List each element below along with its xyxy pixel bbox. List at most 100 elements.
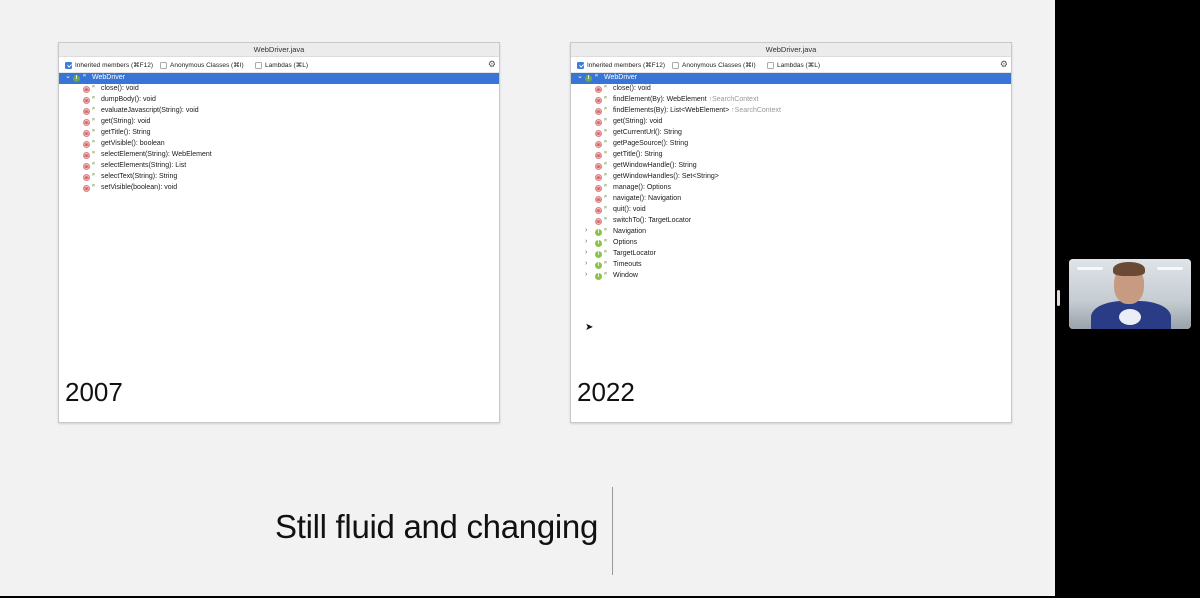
inherited-from-hint: ↑SearchContext xyxy=(731,107,781,114)
anonymous-classes-checkbox[interactable] xyxy=(160,61,167,69)
nested-interface-label: Options xyxy=(613,239,638,246)
tree-method-item[interactable]: m ʷ evaluateJavascript(String): void xyxy=(59,106,499,117)
tree-method-label: close(): void xyxy=(613,85,651,92)
tree-method-item[interactable]: m ʷ getVisible(): boolean xyxy=(59,139,499,150)
public-visibility-icon: ʷ xyxy=(92,184,95,190)
tree-method-item[interactable]: m ʷ findElements(By): List<WebElement> ↑Se… xyxy=(571,106,1011,117)
chevron-right-icon[interactable]: › xyxy=(585,227,587,234)
public-visibility-icon: ʷ xyxy=(604,228,607,234)
panel-resize-handle[interactable] xyxy=(1057,290,1060,306)
chevron-right-icon[interactable]: › xyxy=(585,238,587,245)
inherited-members-checkbox[interactable] xyxy=(577,61,584,69)
lambdas-checkbox[interactable] xyxy=(767,61,774,69)
tree-nested-interface-item[interactable]: › Iʷ Navigation xyxy=(571,227,1011,238)
tree-method-item[interactable]: m ʷ navigate(): Navigation xyxy=(571,194,1011,205)
tree-method-item[interactable]: m ʷ findElement(By): WebElement ↑SearchCon… xyxy=(571,95,1011,106)
tree-method-label: findElements(By): List<WebElement> ↑Sear… xyxy=(613,107,781,114)
tree-nested-interface-item[interactable]: › Iʷ TargetLocator xyxy=(571,249,1011,260)
public-visibility-icon: ʷ xyxy=(92,162,95,168)
tree-method-item[interactable]: m ʷ getTitle(): String xyxy=(571,150,1011,161)
mouse-cursor-icon: ➤ xyxy=(585,322,594,333)
inherited-members-checkbox[interactable] xyxy=(65,61,72,69)
lambdas-option[interactable]: Lambdas (⌘L) xyxy=(255,61,308,69)
speaker-video-thumbnail[interactable] xyxy=(1069,259,1191,329)
gear-icon[interactable]: ⚙ xyxy=(1000,59,1008,69)
interface-icon: I xyxy=(73,75,80,82)
tree-method-label: getCurrentUrl(): String xyxy=(613,129,682,136)
public-visibility-icon: ʷ xyxy=(92,173,95,179)
method-icon: m xyxy=(595,207,602,214)
interface-icon: I xyxy=(595,229,602,236)
tree-nested-interface-item[interactable]: › Iʷ Timeouts xyxy=(571,260,1011,271)
gear-icon[interactable]: ⚙ xyxy=(488,59,496,69)
structure-panel-2007: WebDriver.java Inherited members (⌘F12) … xyxy=(58,42,500,423)
tree-method-item[interactable]: m ʷ selectElement(String): WebElement xyxy=(59,150,499,161)
inherited-members-option[interactable]: Inherited members (⌘F12) xyxy=(65,61,153,69)
tree-method-item[interactable]: m ʷ close(): void xyxy=(571,84,1011,95)
method-icon: m xyxy=(595,185,602,192)
tree-method-item[interactable]: m ʷ selectElements(String): List xyxy=(59,161,499,172)
tree-root-webdriver[interactable]: ⌄ I ʷ WebDriver xyxy=(59,73,499,84)
public-visibility-icon: ʷ xyxy=(92,96,95,102)
public-visibility-icon: ʷ xyxy=(92,107,95,113)
tree-method-item[interactable]: m ʷ get(String): void xyxy=(59,117,499,128)
method-signature: findElements(By): List<WebElement> xyxy=(613,107,730,114)
method-icon: m xyxy=(595,130,602,137)
tree-method-item[interactable]: m ʷ getCurrentUrl(): String xyxy=(571,128,1011,139)
presentation-slide: WebDriver.java Inherited members (⌘F12) … xyxy=(0,0,1055,596)
method-icon: m xyxy=(595,108,602,115)
anonymous-classes-label: Anonymous Classes (⌘I) xyxy=(170,62,244,69)
public-visibility-icon: ʷ xyxy=(92,85,95,91)
anonymous-classes-checkbox[interactable] xyxy=(672,61,679,69)
public-visibility-icon: ʷ xyxy=(604,107,607,113)
tree-method-label: getTitle(): String xyxy=(101,129,151,136)
public-visibility-icon: ʷ xyxy=(604,85,607,91)
method-icon: m xyxy=(595,218,602,225)
tree-method-item[interactable]: m ʷ setVisible(boolean): void xyxy=(59,183,499,194)
method-signature: selectElements(String): List xyxy=(101,162,187,169)
method-signature: quit(): void xyxy=(613,206,646,213)
tree-root-webdriver[interactable]: ⌄ I ʷ WebDriver xyxy=(571,73,1011,84)
inherited-members-option[interactable]: Inherited members (⌘F12) xyxy=(577,61,665,69)
lambdas-checkbox[interactable] xyxy=(255,61,262,69)
chevron-right-icon[interactable]: › xyxy=(585,249,587,256)
tree-method-item[interactable]: m ʷ getWindowHandles(): Set<String> xyxy=(571,172,1011,183)
structure-panel-2022: WebDriver.java Inherited members (⌘F12) … xyxy=(570,42,1012,423)
lambdas-option[interactable]: Lambdas (⌘L) xyxy=(767,61,820,69)
tree-root-label: WebDriver xyxy=(92,74,125,81)
chevron-right-icon[interactable]: › xyxy=(585,260,587,267)
tree-nested-interface-item[interactable]: › Iʷ Window xyxy=(571,271,1011,282)
method-signature: getCurrentUrl(): String xyxy=(613,129,682,136)
method-icon: m xyxy=(83,108,90,115)
chevron-down-icon[interactable]: ⌄ xyxy=(65,72,71,80)
tree-method-item[interactable]: m ʷ close(): void xyxy=(59,84,499,95)
tree-method-label: selectElement(String): WebElement xyxy=(101,151,212,158)
nested-interface-label: Timeouts xyxy=(613,261,642,268)
tree-method-item[interactable]: m ʷ selectText(String): String xyxy=(59,172,499,183)
tree-method-item[interactable]: m ʷ getPageSource(): String xyxy=(571,139,1011,150)
tree-method-item[interactable]: m ʷ manage(): Options xyxy=(571,183,1011,194)
anonymous-classes-option[interactable]: Anonymous Classes (⌘I) xyxy=(160,61,244,69)
anonymous-classes-option[interactable]: Anonymous Classes (⌘I) xyxy=(672,61,756,69)
tree-method-item[interactable]: m ʷ switchTo(): TargetLocator xyxy=(571,216,1011,227)
method-signature: manage(): Options xyxy=(613,184,671,191)
tree-method-item[interactable]: m ʷ dumpBody(): void xyxy=(59,95,499,106)
chevron-right-icon[interactable]: › xyxy=(585,271,587,278)
chevron-down-icon[interactable]: ⌄ xyxy=(577,72,583,80)
public-visibility-icon: ʷ xyxy=(92,118,95,124)
method-icon: m xyxy=(595,119,602,126)
tree-method-item[interactable]: m ʷ getTitle(): String xyxy=(59,128,499,139)
method-icon: m xyxy=(83,185,90,192)
method-signature: findElement(By): WebElement xyxy=(613,96,707,103)
tree-method-item[interactable]: m ʷ getWindowHandle(): String xyxy=(571,161,1011,172)
public-visibility-icon: ʷ xyxy=(604,261,607,267)
tree-method-item[interactable]: m ʷ get(String): void xyxy=(571,117,1011,128)
tree-method-label: get(String): void xyxy=(613,118,662,125)
tree-method-item[interactable]: m ʷ quit(): void xyxy=(571,205,1011,216)
interface-icon: I xyxy=(585,75,592,82)
tree-nested-interface-item[interactable]: › Iʷ Options xyxy=(571,238,1011,249)
lambdas-label: Lambdas (⌘L) xyxy=(777,62,820,69)
method-signature: getPageSource(): String xyxy=(613,140,689,147)
method-icon: m xyxy=(83,141,90,148)
tree-method-label: dumpBody(): void xyxy=(101,96,156,103)
